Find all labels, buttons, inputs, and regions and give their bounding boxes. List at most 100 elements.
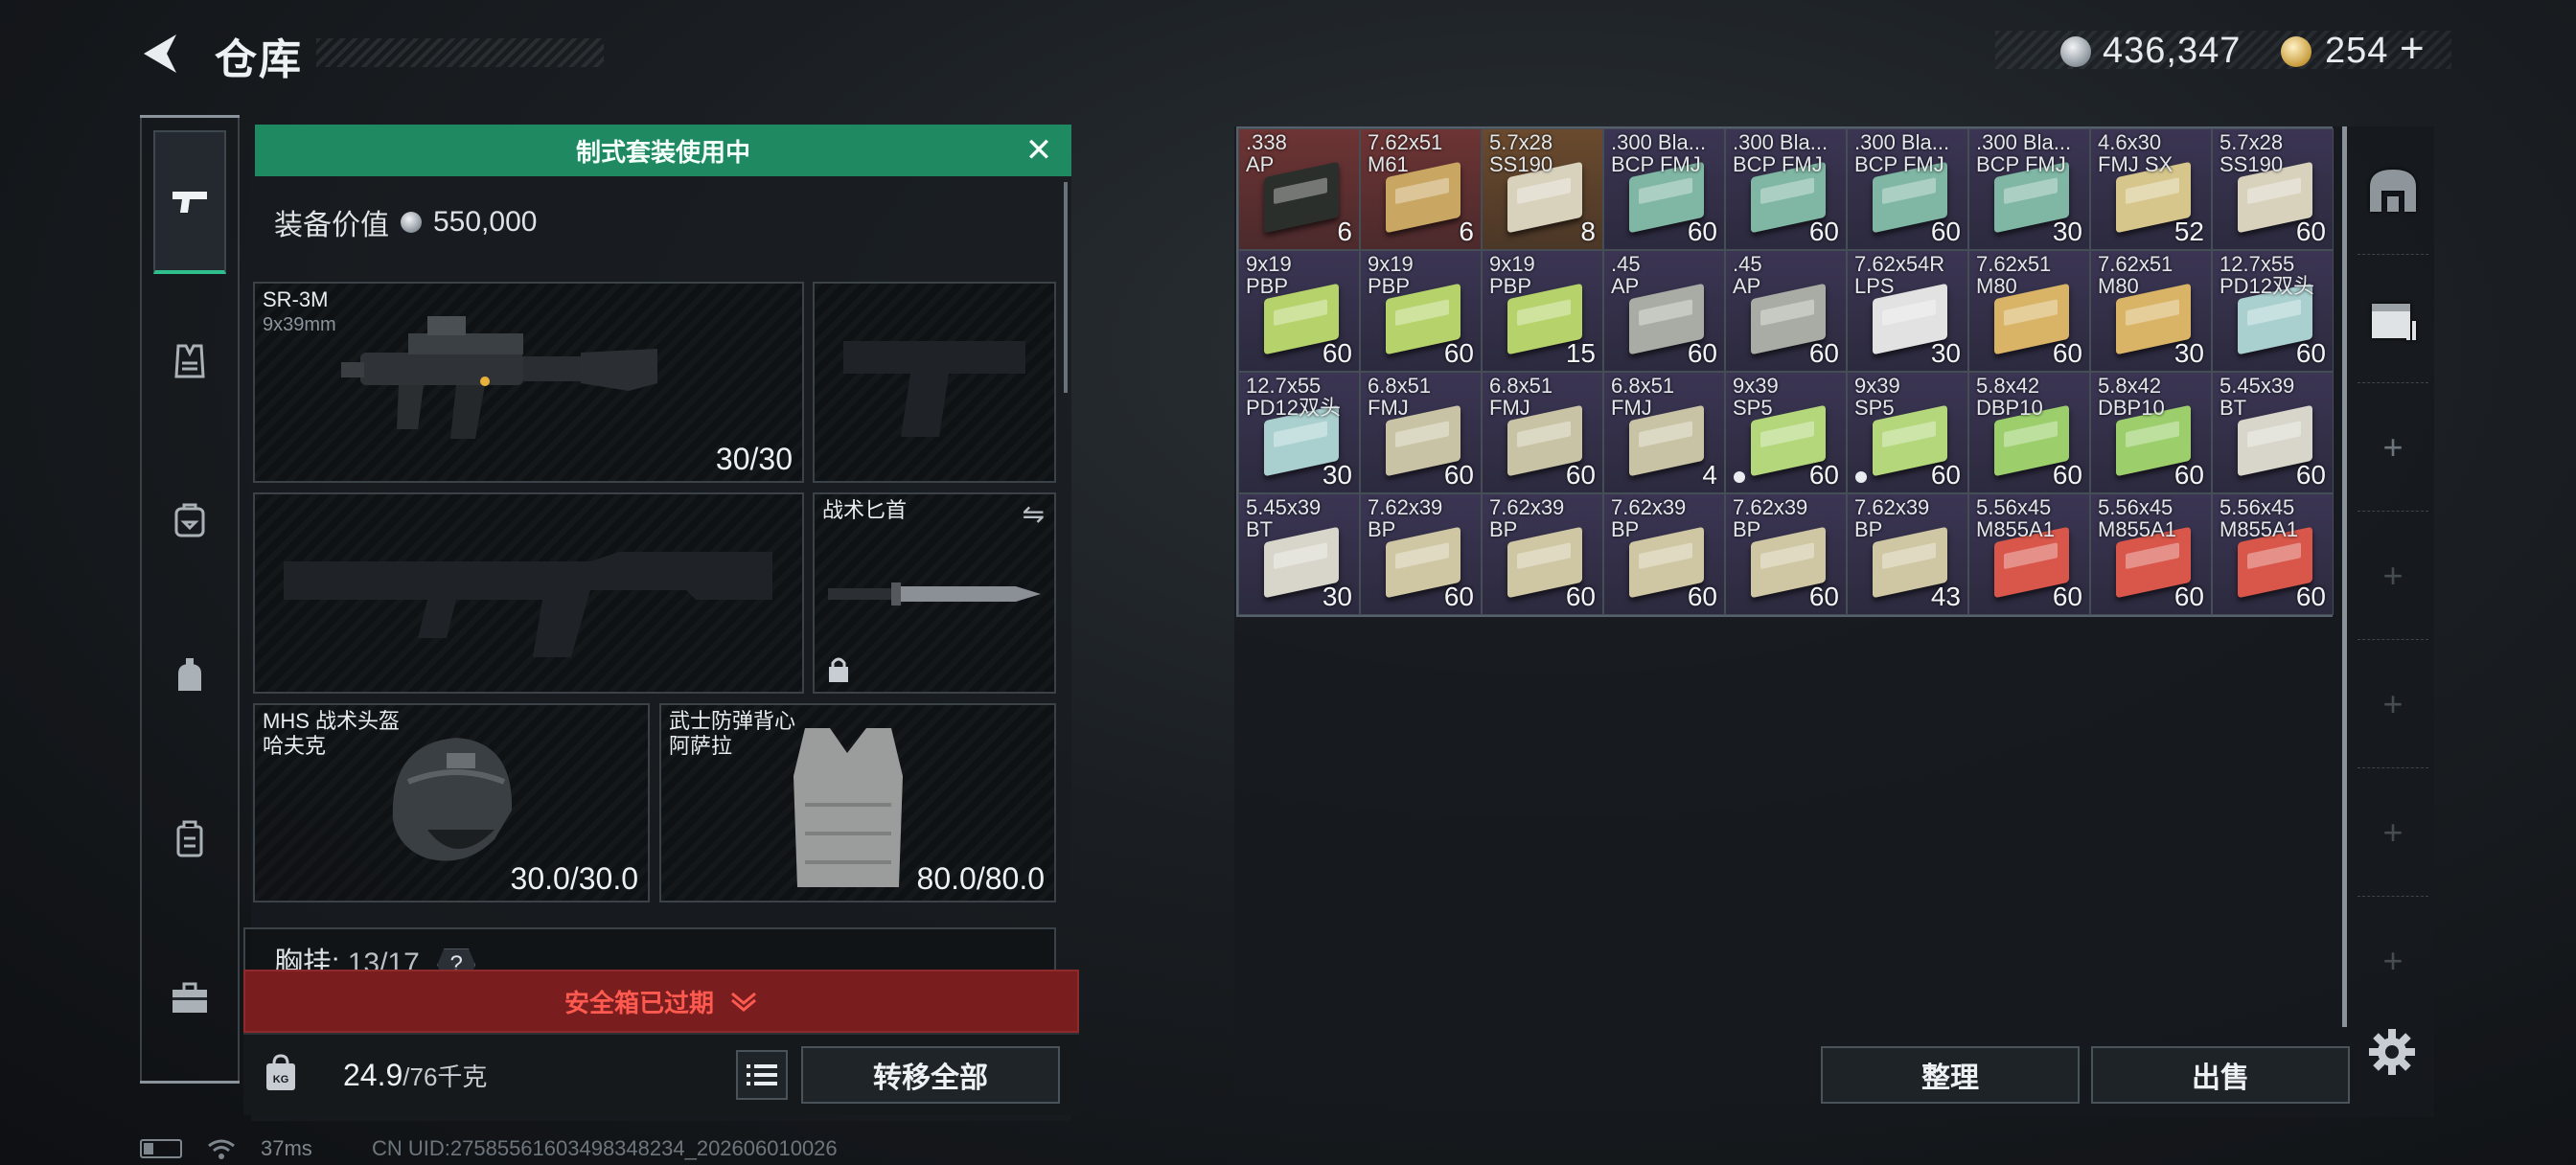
tab-armor[interactable] xyxy=(153,289,226,433)
storage-item[interactable]: 7.62x39 BP 60 xyxy=(1360,493,1482,615)
item-quantity: 60 xyxy=(1565,582,1596,611)
item-caliber: 12.7x55 PD12双头 xyxy=(1246,375,1341,419)
case-icon xyxy=(176,820,203,857)
storage-item[interactable]: 6.8x51 FMJ 60 xyxy=(1360,372,1482,493)
storage-item[interactable]: 7.62x54R LPS 30 xyxy=(1847,250,1968,372)
item-caliber: 7.62x39 BP xyxy=(1611,496,1686,540)
item-caliber-line2: AP xyxy=(1611,274,1640,298)
storage-item[interactable]: 7.62x39 BP 60 xyxy=(1482,493,1603,615)
item-caliber: .338 AP xyxy=(1246,131,1287,175)
storage-item[interactable]: 5.45x39 BT 60 xyxy=(2212,372,2334,493)
storage-item[interactable]: 5.45x39 BT 30 xyxy=(1238,493,1360,615)
storage-item[interactable]: 6.8x51 FMJ 4 xyxy=(1603,372,1725,493)
item-caliber-line2: M80 xyxy=(2098,274,2139,298)
storage-item[interactable]: 7.62x51 M61 6 xyxy=(1360,128,1482,250)
item-caliber: 9x19 PBP xyxy=(1489,253,1535,297)
wifi-icon xyxy=(208,1139,235,1159)
storage-item[interactable]: 7.62x51 M80 30 xyxy=(2090,250,2212,372)
tab-bag[interactable] xyxy=(153,604,226,747)
storage-item[interactable]: .300 Bla... BCP FMJ 60 xyxy=(1847,128,1968,250)
storage-item[interactable]: 4.6x30 FMJ SX 52 xyxy=(2090,128,2212,250)
storage-tab-secondary[interactable] xyxy=(2358,255,2428,383)
storage-item[interactable]: 5.7x28 SS190 60 xyxy=(2212,128,2334,250)
list-view-button[interactable] xyxy=(736,1050,788,1100)
storage-item[interactable]: .300 Bla... BCP FMJ 60 xyxy=(1603,128,1725,250)
item-caliber: 5.8x42 DBP10 xyxy=(1976,375,2043,419)
storage-item[interactable]: 5.7x28 SS190 8 xyxy=(1482,128,1603,250)
item-quantity: 60 xyxy=(1808,582,1839,611)
item-quantity: 60 xyxy=(1808,338,1839,368)
storage-item[interactable]: 9x39 SP5 60 xyxy=(1847,372,1968,493)
primary-weapon-slot[interactable]: SR-3M 9x39mm 30/30 xyxy=(253,282,804,483)
storage-item[interactable]: .45 AP 60 xyxy=(1725,250,1847,372)
item-caliber-line2: M855A1 xyxy=(2098,517,2176,541)
tab-toolbox[interactable] xyxy=(153,925,226,1069)
title-decoration xyxy=(316,38,604,67)
melee-slot[interactable]: 战术匕首 ⇋ xyxy=(813,492,1056,694)
sort-button[interactable]: 整理 xyxy=(1821,1046,2080,1104)
add-storage-tab-2[interactable]: + xyxy=(2358,512,2428,640)
tab-weapons[interactable] xyxy=(153,130,226,274)
storage-item[interactable]: 12.7x55 PD12双头 30 xyxy=(1238,372,1360,493)
storage-item[interactable]: 5.8x42 DBP10 60 xyxy=(1968,372,2090,493)
back-arrow-icon[interactable] xyxy=(134,27,188,80)
storage-tab-main[interactable] xyxy=(2358,126,2428,255)
sidearm-slot[interactable] xyxy=(813,282,1056,483)
helmet-slot[interactable]: MHS 战术头盔 哈夫克 30.0/30.0 xyxy=(253,703,650,902)
storage-item[interactable]: 7.62x39 BP 43 xyxy=(1847,493,1968,615)
item-quantity: 30 xyxy=(1930,338,1961,368)
storage-item[interactable]: .45 AP 60 xyxy=(1603,250,1725,372)
knife-icon xyxy=(828,582,1041,605)
storage-item[interactable]: 5.56x45 M855A1 60 xyxy=(2212,493,2334,615)
item-quantity: 30 xyxy=(2174,338,2204,368)
storage-item[interactable]: 7.62x51 M80 60 xyxy=(1968,250,2090,372)
add-storage-tab-4[interactable]: + xyxy=(2358,768,2428,897)
item-quantity: 8 xyxy=(1580,217,1596,246)
add-storage-tab-3[interactable]: + xyxy=(2358,640,2428,768)
sell-button[interactable]: 出售 xyxy=(2091,1046,2350,1104)
add-currency-button[interactable]: + xyxy=(2400,25,2426,73)
close-icon[interactable]: ✕ xyxy=(1022,134,1056,169)
storage-item[interactable]: .338 AP 6 xyxy=(1238,128,1360,250)
item-caliber-line1: 12.7x55 xyxy=(1246,374,1322,398)
tab-container[interactable] xyxy=(153,766,226,910)
tab-backpack[interactable] xyxy=(153,448,226,592)
page-title: 仓库 xyxy=(215,36,303,83)
item-caliber-line2: PD12双头 xyxy=(2220,274,2315,298)
safebox-expired-bar[interactable]: 安全箱已过期 xyxy=(243,970,1079,1033)
item-quantity: 60 xyxy=(2052,338,2082,368)
storage-item[interactable]: 5.8x42 DBP10 60 xyxy=(2090,372,2212,493)
storage-item[interactable]: .300 Bla... BCP FMJ 30 xyxy=(1968,128,2090,250)
storage-item[interactable]: .300 Bla... BCP FMJ 60 xyxy=(1725,128,1847,250)
storage-item[interactable]: 9x19 PBP 15 xyxy=(1482,250,1603,372)
item-caliber-line1: 5.8x42 xyxy=(2098,374,2162,398)
gear-icon[interactable] xyxy=(2367,1027,2417,1077)
storage-scrollbar[interactable] xyxy=(2342,126,2347,1027)
swap-icon[interactable]: ⇋ xyxy=(1023,498,1045,530)
rail-top-divider xyxy=(140,115,240,118)
storage-item[interactable]: 5.56x45 M855A1 60 xyxy=(2090,493,2212,615)
storage-item[interactable]: 7.62x39 BP 60 xyxy=(1725,493,1847,615)
item-caliber: .300 Bla... BCP FMJ xyxy=(1976,131,2071,175)
item-quantity: 60 xyxy=(1443,582,1474,611)
silver-currency-amount: 436,347 xyxy=(2103,31,2242,71)
storage-item[interactable]: 7.62x39 BP 60 xyxy=(1603,493,1725,615)
storage-item[interactable]: 12.7x55 PD12双头 60 xyxy=(2212,250,2334,372)
item-caliber-line2: BP xyxy=(1368,517,1396,541)
transfer-all-button[interactable]: 转移全部 xyxy=(801,1046,1060,1104)
storage-item[interactable]: 9x19 PBP 60 xyxy=(1238,250,1360,372)
primary-weapon-caliber: 9x39mm xyxy=(263,314,336,335)
item-quantity: 6 xyxy=(1337,217,1352,246)
storage-item[interactable]: 6.8x51 FMJ 60 xyxy=(1482,372,1603,493)
loadout-scrollbar[interactable] xyxy=(1064,182,1068,393)
secondary-weapon-slot[interactable] xyxy=(253,492,804,694)
carry-weight: 24.9/76千克 xyxy=(343,1058,487,1093)
sr3m-rifle-icon xyxy=(341,316,657,439)
add-storage-tab-5[interactable]: + xyxy=(2358,897,2428,1025)
add-storage-tab-1[interactable]: + xyxy=(2358,383,2428,512)
storage-item[interactable]: 5.56x45 M855A1 60 xyxy=(1968,493,2090,615)
storage-item[interactable]: 9x19 PBP 60 xyxy=(1360,250,1482,372)
item-quantity: 30 xyxy=(1322,460,1352,490)
armor-slot[interactable]: 武士防弹背心 阿萨拉 80.0/80.0 xyxy=(659,703,1056,902)
storage-item[interactable]: 9x39 SP5 60 xyxy=(1725,372,1847,493)
